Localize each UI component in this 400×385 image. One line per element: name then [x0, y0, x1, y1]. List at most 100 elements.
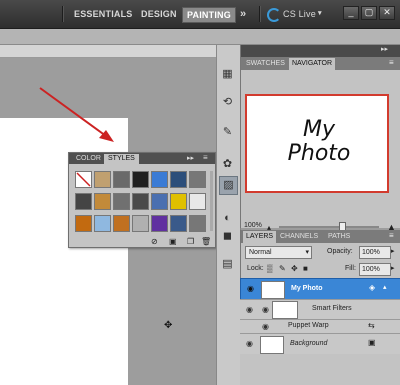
clear-style-icon[interactable]: ⊘: [151, 237, 158, 246]
styles-panel-footer: ⊘ ▣ ❐ 🗑: [69, 237, 215, 247]
new-style-button-icon[interactable]: ❐: [187, 237, 194, 246]
cs-live-button[interactable]: CS Live: [283, 7, 316, 21]
style-swatch[interactable]: [151, 193, 168, 210]
tab-channels[interactable]: CHANNELS: [277, 231, 321, 243]
document-tab[interactable]: [0, 45, 216, 58]
style-swatch[interactable]: [170, 171, 187, 188]
adjustments-icon[interactable]: ◐: [219, 210, 236, 227]
collapse-icon[interactable]: ▸▸: [187, 154, 194, 162]
no-style-swatch[interactable]: [75, 171, 92, 188]
layers-tabs: LAYERS CHANNELS PATHS ≡: [241, 230, 400, 243]
layer-row-background[interactable]: ◉ Background ▣: [240, 333, 400, 354]
layer-name: My Photo: [291, 285, 323, 292]
style-swatch[interactable]: [113, 193, 130, 210]
panel-menu-icon[interactable]: ≡: [389, 231, 394, 240]
chevron-right-icon[interactable]: ▸: [391, 247, 395, 255]
layer-name: Puppet Warp: [288, 322, 329, 329]
style-swatch[interactable]: [75, 215, 92, 232]
separator: [259, 6, 260, 22]
style-swatch[interactable]: [189, 193, 206, 210]
brush-presets-icon[interactable]: ✎: [219, 124, 236, 141]
cs-live-icon: [267, 8, 281, 22]
style-swatch[interactable]: [132, 193, 149, 210]
style-swatch[interactable]: [170, 215, 187, 232]
layer-row-my-photo[interactable]: ◉ My Photo ◈ ▴: [240, 278, 400, 301]
preview-text-line2: Photo: [287, 141, 351, 166]
style-swatch[interactable]: [94, 171, 111, 188]
chevron-down-icon: ▾: [305, 249, 309, 256]
style-swatch[interactable]: [132, 215, 149, 232]
close-button[interactable]: ✕: [379, 6, 395, 20]
eye-icon[interactable]: ◉: [262, 322, 269, 331]
fill-field[interactable]: 100%: [359, 263, 391, 276]
style-swatch[interactable]: [75, 193, 92, 210]
maximize-button[interactable]: ▢: [361, 6, 377, 20]
lock-label: Lock:: [247, 265, 264, 272]
clone-source-icon[interactable]: ✿: [219, 156, 236, 173]
expand-icon[interactable]: ▴: [383, 283, 387, 291]
separator: [62, 6, 63, 22]
layers-panel-empty-area: [240, 354, 400, 385]
lock-paint-icon[interactable]: ✎: [279, 264, 286, 273]
more-workspaces-button[interactable]: »: [240, 7, 246, 21]
masks-icon[interactable]: ◼: [219, 228, 236, 245]
layer-thumbnail: [261, 281, 285, 299]
lock-transparency-icon[interactable]: ▒: [267, 264, 273, 273]
blend-mode-select[interactable]: Normal ▾: [245, 246, 312, 259]
opacity-field[interactable]: 100%: [359, 246, 391, 259]
eye-icon[interactable]: ◉: [246, 339, 253, 348]
tab-swatches[interactable]: SWATCHES: [243, 58, 288, 70]
options-bar: [0, 29, 400, 45]
layer-thumbnail: [260, 336, 284, 354]
panel-menu-icon[interactable]: ≡: [389, 58, 394, 67]
preview-text-line1: My: [302, 117, 335, 142]
style-swatch[interactable]: [113, 215, 130, 232]
workspace-painting[interactable]: PAINTING: [182, 7, 236, 23]
layers-icon[interactable]: ▤: [219, 256, 236, 273]
chevron-right-icon[interactable]: ▸: [391, 264, 395, 272]
navigator-panel-topstrip: ▸▸: [241, 45, 400, 57]
workspace-essentials[interactable]: ESSENTIALS: [74, 7, 133, 21]
style-swatch[interactable]: [151, 171, 168, 188]
history-icon[interactable]: ⟲: [219, 94, 236, 111]
lock-position-icon[interactable]: ✥: [291, 264, 298, 273]
new-style-icon[interactable]: ▣: [169, 237, 177, 246]
tab-color[interactable]: COLOR: [72, 154, 105, 164]
styles-panel-icon[interactable]: ▨: [219, 176, 238, 195]
cs-live-chevron-icon[interactable]: ▾: [318, 7, 322, 21]
eye-icon[interactable]: ◉: [246, 305, 253, 314]
filter-options-icon[interactable]: ⇆: [368, 321, 375, 330]
minimize-button[interactable]: _: [343, 6, 359, 20]
blend-mode-value: Normal: [249, 249, 272, 256]
style-swatch[interactable]: [94, 215, 111, 232]
tab-styles[interactable]: STYLES: [104, 154, 139, 164]
collapse-icon[interactable]: ▸▸: [381, 45, 388, 53]
tab-paths[interactable]: PATHS: [325, 231, 353, 243]
eye-icon[interactable]: ◉: [247, 284, 254, 293]
eye-icon[interactable]: ◉: [262, 305, 269, 314]
tab-layers[interactable]: LAYERS: [243, 231, 277, 243]
zoom-value[interactable]: 100%: [244, 222, 262, 229]
lock-all-icon[interactable]: ■: [303, 264, 308, 273]
smart-object-icon: ◈: [369, 283, 376, 292]
zoom-slider[interactable]: [279, 226, 379, 228]
workspace-design[interactable]: DESIGN: [141, 7, 177, 21]
mini-bridge-icon[interactable]: ▦: [219, 66, 236, 83]
layer-name: Smart Filters: [312, 305, 352, 312]
style-swatch[interactable]: [189, 171, 206, 188]
style-swatch[interactable]: [132, 171, 149, 188]
layer-row-puppet-warp[interactable]: ◉ Puppet Warp ⇆: [240, 319, 400, 334]
styles-scrollbar[interactable]: [210, 171, 213, 231]
style-swatch[interactable]: [170, 193, 187, 210]
tab-navigator[interactable]: NAVIGATOR: [289, 58, 336, 70]
style-swatch[interactable]: [94, 193, 111, 210]
delete-style-icon[interactable]: 🗑: [201, 237, 211, 246]
style-swatch[interactable]: [189, 215, 206, 232]
layer-row-smart-filters[interactable]: ◉ ◉ Smart Filters: [240, 299, 400, 320]
panel-menu-icon[interactable]: ≡: [203, 153, 208, 162]
opacity-label: Opacity:: [327, 248, 353, 255]
style-swatch[interactable]: [113, 171, 130, 188]
move-cursor-icon: ✥: [164, 320, 173, 331]
style-swatch[interactable]: [151, 215, 168, 232]
styles-panel-header: COLOR STYLES ▸▸ ≡: [69, 153, 215, 164]
